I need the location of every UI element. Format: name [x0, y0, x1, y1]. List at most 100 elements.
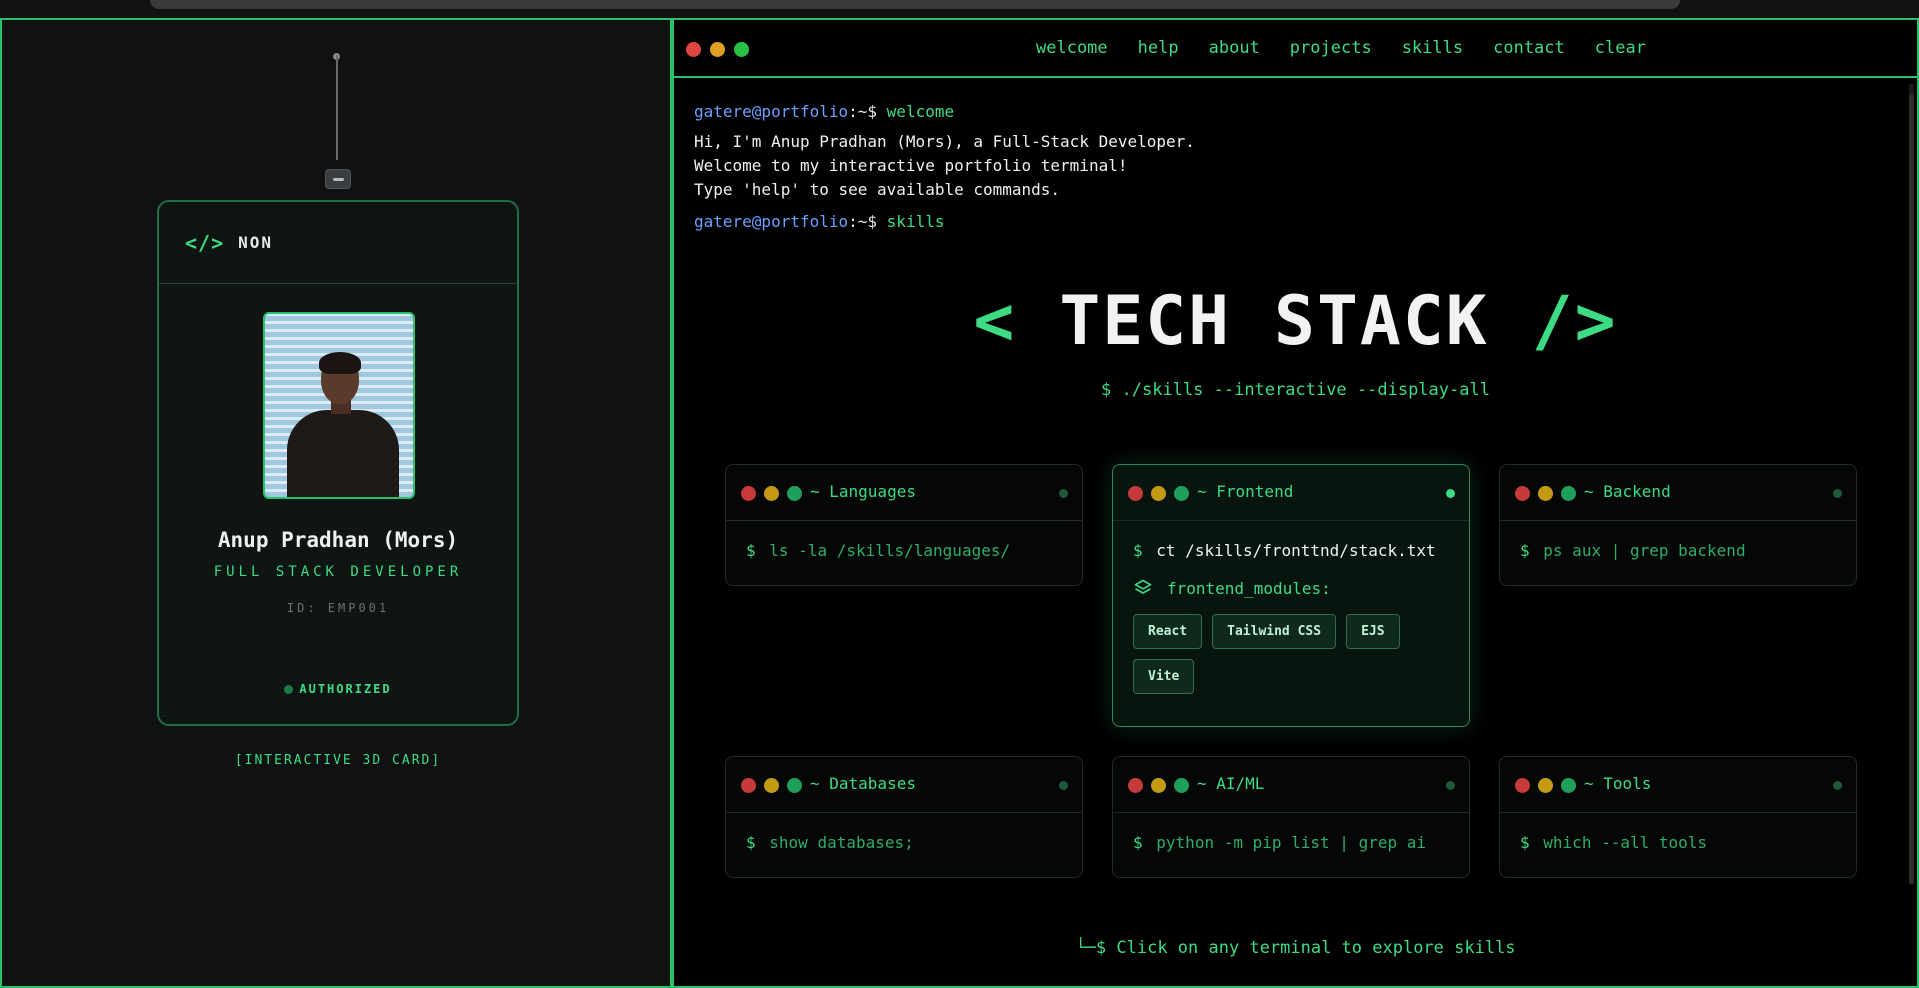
close-dot-icon[interactable] [686, 42, 701, 57]
skill-card-header: ~ AI/ML [1113, 757, 1469, 813]
browser-top-strip [0, 0, 1919, 18]
nav-about[interactable]: about [1209, 38, 1260, 58]
yellow-dot-icon [1151, 778, 1166, 793]
heading-left-bracket: < [973, 282, 1017, 361]
welcome-line: Welcome to my interactive portfolio term… [694, 156, 1128, 175]
skill-card-languages[interactable]: ~ Languages $ ls -la /skills/languages/ [725, 464, 1083, 586]
layers-icon [1134, 579, 1152, 594]
skill-card-header: ~ Languages [726, 465, 1082, 521]
explore-hint: └─$ Click on any terminal to explore ski… [1075, 938, 1516, 958]
skill-card-title: ~ Backend [1584, 482, 1671, 501]
red-dot-icon [1515, 486, 1530, 501]
red-dot-icon [1128, 486, 1143, 501]
skill-card-command: show databases; [769, 833, 914, 852]
red-dot-icon [1515, 778, 1530, 793]
card-header: </> NON [159, 202, 517, 284]
skill-card-body: $ ps aux | grep backend [1500, 521, 1856, 580]
status-dot-icon [1059, 489, 1068, 498]
skill-card-title: ~ Frontend [1197, 482, 1294, 501]
status-dot-icon [284, 685, 294, 694]
skill-card-title: ~ AI/ML [1197, 774, 1265, 793]
skill-card-body: $ ct /skills/fronttnd/stack.txt frontend… [1113, 521, 1469, 714]
scrollbar[interactable] [1909, 84, 1914, 884]
scrollbar-thumb[interactable] [1909, 94, 1914, 884]
skill-card-backend[interactable]: ~ Backend $ ps aux | grep backend [1499, 464, 1857, 586]
welcome-line: Type 'help' to see available commands. [694, 180, 1061, 199]
tag-list: React Tailwind CSS EJS Vite [1133, 614, 1449, 694]
skill-card-ai-ml[interactable]: ~ AI/ML $ python -m pip list | grep ai [1112, 756, 1470, 878]
dollar-prompt: $ [1133, 541, 1143, 560]
skill-card-body: $ ls -la /skills/languages/ [726, 521, 1082, 580]
modules-row: frontend_modules: [1133, 578, 1449, 598]
red-dot-icon [1128, 778, 1143, 793]
prompt-user: gatere@portfolio [694, 212, 849, 231]
profile-photo [263, 312, 415, 499]
dollar-prompt: $ [1133, 833, 1143, 852]
card-brand: NON [238, 233, 274, 252]
skill-card-databases[interactable]: ~ Databases $ show databases; [725, 756, 1083, 878]
dollar-prompt: $ [1520, 541, 1530, 560]
card-role: FULL STACK DEVELOPER [213, 564, 463, 580]
minimize-dot-icon[interactable] [710, 42, 725, 57]
badge-clip[interactable] [325, 169, 351, 189]
nav-clear[interactable]: clear [1595, 38, 1646, 58]
terminal-output: gatere@portfolio:~$ welcome Hi, I'm Anup… [694, 100, 1897, 234]
skill-card-title: ~ Databases [810, 774, 916, 793]
tag-vite[interactable]: Vite [1133, 659, 1195, 694]
maximize-dot-icon[interactable] [734, 42, 749, 57]
skill-card-frontend[interactable]: ~ Frontend $ ct /skills/fronttnd/stack.t… [1112, 464, 1470, 727]
skill-card-body: $ python -m pip list | grep ai [1113, 813, 1469, 872]
tag-tailwind-css[interactable]: Tailwind CSS [1212, 614, 1337, 649]
prompt-line-2: gatere@portfolio:~$ skills [694, 210, 1897, 234]
green-dot-icon [1174, 486, 1189, 501]
terminal-nav: welcome help about projects skills conta… [1036, 38, 1646, 58]
tag-ejs[interactable]: EJS [1346, 614, 1400, 649]
status-dot-icon [1833, 489, 1842, 498]
nav-help[interactable]: help [1138, 38, 1179, 58]
skill-card-command: ct /skills/fronttnd/stack.txt [1156, 541, 1436, 560]
tag-react[interactable]: React [1133, 614, 1203, 649]
prompt-line-1: gatere@portfolio:~$ welcome [694, 100, 1897, 124]
photo-hair [319, 352, 361, 374]
yellow-dot-icon [764, 486, 779, 501]
welcome-line: Hi, I'm Anup Pradhan (Mors), a Full-Stac… [694, 132, 1195, 151]
badge-panel: </> NON Anup Pradhan (Mors) FULL STACK D… [0, 18, 672, 988]
modules-label: frontend_modules: [1167, 578, 1331, 598]
skill-card-tools[interactable]: ~ Tools $ which --all tools [1499, 756, 1857, 878]
terminal-window: welcome help about projects skills conta… [672, 18, 1919, 988]
status-dot-icon [1446, 489, 1455, 498]
terminal-titlebar: welcome help about projects skills conta… [674, 20, 1917, 78]
skill-card-body: $ show databases; [726, 813, 1082, 872]
red-dot-icon [741, 486, 756, 501]
green-dot-icon [787, 778, 802, 793]
prompt-command: skills [886, 212, 945, 231]
browser-top-bar [150, 0, 1680, 9]
red-dot-icon [741, 778, 756, 793]
tech-stack-subtitle: $ ./skills --interactive --display-all [1101, 380, 1490, 400]
green-dot-icon [1174, 778, 1189, 793]
welcome-output: Hi, I'm Anup Pradhan (Mors), a Full-Stac… [694, 130, 1897, 202]
skill-card-header: ~ Frontend [1113, 465, 1469, 521]
green-dot-icon [1561, 778, 1576, 793]
nav-skills[interactable]: skills [1402, 38, 1463, 58]
prompt-command: welcome [886, 102, 955, 121]
dollar-prompt: $ [1520, 833, 1530, 852]
skill-card-title: ~ Languages [810, 482, 916, 501]
card-employee-id: ID: EMP001 [286, 601, 390, 615]
prompt-user: gatere@portfolio [694, 102, 849, 121]
skill-card-command: which --all tools [1543, 833, 1708, 852]
dollar-prompt: $ [746, 541, 756, 560]
skill-card-header: ~ Databases [726, 757, 1082, 813]
id-card[interactable]: </> NON Anup Pradhan (Mors) FULL STACK D… [157, 200, 519, 726]
status-dot-icon [1446, 781, 1455, 790]
skill-card-header: ~ Tools [1500, 757, 1856, 813]
nav-welcome[interactable]: welcome [1036, 38, 1108, 58]
yellow-dot-icon [1151, 486, 1166, 501]
skill-card-header: ~ Backend [1500, 465, 1856, 521]
green-dot-icon [787, 486, 802, 501]
status-dot-icon [1833, 781, 1842, 790]
nav-projects[interactable]: projects [1290, 38, 1372, 58]
nav-contact[interactable]: contact [1493, 38, 1565, 58]
skill-card-command: ps aux | grep backend [1543, 541, 1746, 560]
card-caption: [INTERACTIVE 3D CARD] [234, 753, 442, 768]
